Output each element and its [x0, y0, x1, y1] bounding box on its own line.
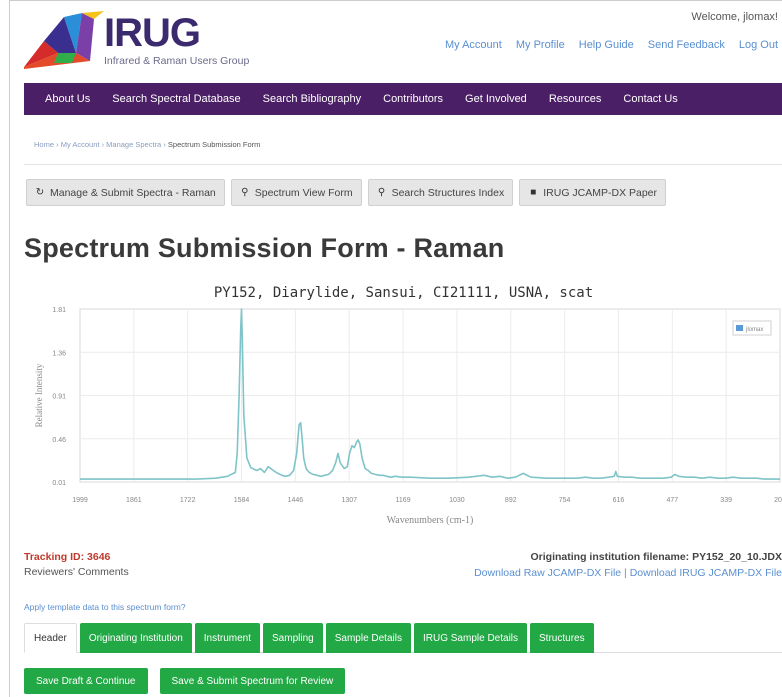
nav-search-bibliography[interactable]: Search Bibliography [263, 93, 361, 105]
y-axis-label: Relative Intensity [34, 363, 44, 427]
x-tick-label: 754 [559, 497, 571, 504]
nav-about-us[interactable]: About Us [45, 93, 90, 105]
top-links: My Account My Profile Help Guide Send Fe… [445, 39, 778, 51]
irug-logo[interactable]: IRUG Infrared & Raman Users Group [24, 11, 264, 69]
y-tick-label: 1.81 [52, 307, 66, 314]
send-feedback-link[interactable]: Send Feedback [648, 39, 725, 51]
x-tick-label: 1169 [396, 497, 411, 504]
logo-subtitle: Infrared & Raman Users Group [104, 55, 250, 67]
download-links: Download Raw JCAMP-DX File | Download IR… [474, 567, 782, 579]
jcamp-dx-paper-button[interactable]: ■ IRUG JCAMP-DX Paper [519, 179, 667, 206]
y-tick-label: 0.91 [52, 394, 66, 401]
divider [24, 164, 782, 165]
x-tick-label: 1584 [234, 497, 250, 504]
tab-header[interactable]: Header [24, 623, 77, 653]
x-tick-label: 1861 [126, 497, 142, 504]
nav-resources[interactable]: Resources [549, 93, 602, 105]
x-tick-label: 200 [774, 497, 782, 504]
search-icon: ⚲ [241, 187, 249, 198]
tab-sample-details[interactable]: Sample Details [325, 623, 411, 653]
my-profile-link[interactable]: My Profile [516, 39, 565, 51]
x-tick-label: 1030 [449, 497, 465, 504]
x-tick-label: 1446 [288, 497, 304, 504]
search-structures-index-label: Search Structures Index [391, 186, 505, 199]
save-submit-button[interactable]: Save & Submit Spectrum for Review [159, 668, 346, 694]
x-tick-label: 477 [666, 497, 678, 504]
breadcrumb-home[interactable]: Home [34, 140, 54, 149]
tab-irug-sample-details[interactable]: IRUG Sample Details [413, 623, 528, 653]
action-bar: ↻ Manage & Submit Spectra - Raman ⚲ Spec… [26, 179, 667, 206]
spectrum-view-form-label: Spectrum View Form [254, 186, 353, 199]
spectrum-chart: PY152, Diarylide, Sansui, CI21111, USNA,… [24, 281, 782, 531]
save-draft-button[interactable]: Save Draft & Continue [24, 668, 148, 694]
form-tabs: Header Originating Institution Instrumen… [24, 623, 782, 653]
help-guide-link[interactable]: Help Guide [579, 39, 634, 51]
reviewers-comments-link[interactable]: Reviewers' Comments [24, 566, 129, 578]
x-tick-label: 892 [505, 497, 517, 504]
tab-structures[interactable]: Structures [530, 623, 594, 653]
nav-get-involved[interactable]: Get Involved [465, 93, 527, 105]
y-tick-label: 0.46 [52, 437, 66, 444]
x-axis-label: Wavenumbers (cm-1) [387, 515, 474, 526]
x-tick-label: 339 [720, 497, 732, 504]
originating-filename: Originating institution filename: PY152_… [530, 551, 782, 563]
spectrum-chart-svg: 1999 1861 1722 1584 1446 1307 1169 1030 892 754 61… [34, 307, 782, 526]
tab-originating-institution[interactable]: Originating Institution [79, 623, 192, 653]
manage-submit-spectra-button[interactable]: ↻ Manage & Submit Spectra - Raman [26, 179, 225, 206]
log-out-link[interactable]: Log Out [739, 39, 778, 51]
download-irug-link[interactable]: Download IRUG JCAMP-DX File [630, 567, 782, 579]
page-title: Spectrum Submission Form - Raman [24, 233, 505, 263]
download-raw-link[interactable]: Download Raw JCAMP-DX File [474, 567, 621, 579]
welcome-message: Welcome, jlomax! [691, 11, 778, 23]
tracking-id: Tracking ID: 3646 [24, 551, 111, 563]
manage-submit-spectra-label: Manage & Submit Spectra - Raman [50, 186, 216, 199]
nav-search-spectral-database[interactable]: Search Spectral Database [112, 93, 240, 105]
x-tick-label: 616 [613, 497, 625, 504]
document-icon: ■ [530, 187, 537, 198]
save-buttons: Save Draft & Continue Save & Submit Spec… [24, 668, 346, 694]
tab-instrument[interactable]: Instrument [194, 623, 261, 653]
y-tick-label: 1.36 [52, 350, 66, 357]
y-tick-label: 0.01 [52, 480, 66, 487]
x-tick-label: 1722 [180, 497, 196, 504]
logo-text: IRUG [104, 11, 201, 55]
refresh-icon: ↻ [35, 187, 45, 198]
apply-template-link[interactable]: Apply template data to this spectrum for… [24, 602, 186, 612]
logo-mark-icon [24, 11, 104, 69]
breadcrumb-my-account[interactable]: My Account [61, 140, 100, 149]
nav-contributors[interactable]: Contributors [383, 93, 443, 105]
spectrum-view-form-button[interactable]: ⚲ Spectrum View Form [230, 179, 362, 206]
nav-contact-us[interactable]: Contact Us [623, 93, 677, 105]
x-tick-label: 1999 [72, 497, 88, 504]
my-account-link[interactable]: My Account [445, 39, 502, 51]
download-separator: | [621, 567, 630, 579]
legend-swatch [736, 325, 743, 331]
legend-label: jlomax [745, 327, 763, 333]
x-tick-label: 1307 [341, 497, 357, 504]
main-nav: About Us Search Spectral Database Search… [24, 83, 782, 115]
breadcrumb-manage-spectra[interactable]: Manage Spectra [106, 140, 161, 149]
jcamp-dx-paper-label: IRUG JCAMP-DX Paper [543, 186, 658, 199]
search-structures-index-button[interactable]: ⚲ Search Structures Index [367, 179, 514, 206]
breadcrumb: Home › My Account › Manage Spectra › Spe… [34, 140, 260, 149]
tab-sampling[interactable]: Sampling [263, 623, 323, 653]
search-icon: ⚲ [377, 187, 386, 198]
page-frame: IRUG Infrared & Raman Users Group Welcom… [9, 0, 782, 697]
breadcrumb-current: Spectrum Submission Form [167, 140, 261, 149]
